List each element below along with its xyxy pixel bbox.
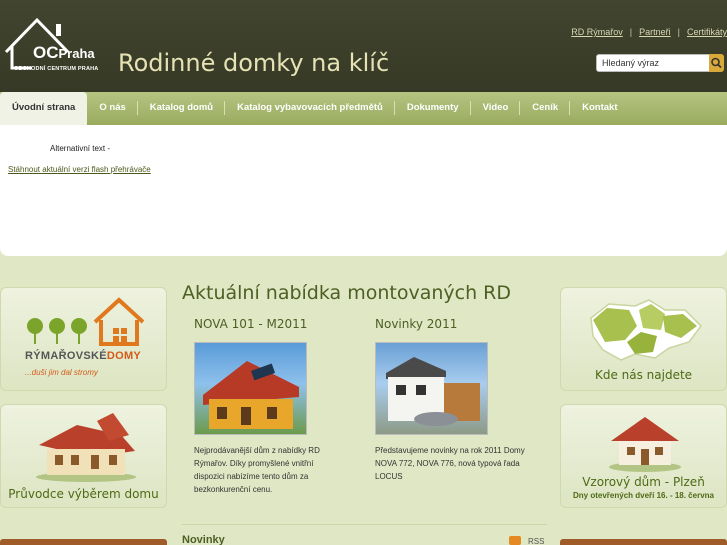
model-house-subtitle: Dny otevřených dveří 16. - 18. června xyxy=(573,491,714,500)
trees-house-icon xyxy=(27,297,145,346)
search-input[interactable] xyxy=(596,54,710,72)
model-house-illustration-icon xyxy=(609,417,681,472)
top-links: RD Rýmařov | Partneři | Certifikáty xyxy=(571,27,727,37)
page-title: Aktuální nabídka montovaných RD xyxy=(182,282,511,304)
brand-slogan: ...duši jim dal stromy xyxy=(25,368,98,377)
site-title: Rodinné domky na klíč xyxy=(118,49,390,77)
nav-item-contact[interactable]: Kontakt xyxy=(570,92,629,125)
link-rd-rymarov[interactable]: RD Rýmařov xyxy=(571,27,623,37)
flash-alt-text: Alternativní text - xyxy=(50,144,111,153)
map-caption: Kde nás najdete xyxy=(594,368,693,382)
house-photo-novinky[interactable] xyxy=(375,342,488,435)
guide-caption: Průvodce výběrem domu xyxy=(8,487,159,501)
main-nav: Úvodní strana O nás Katalog domů Katalog… xyxy=(0,92,727,125)
logo-city: Praha xyxy=(58,46,95,61)
flash-download-link[interactable]: Stáhnout aktuální verzi flash přehrávače xyxy=(8,165,151,174)
model-house-box[interactable]: Vzorový dům - Plzeň Dny otevřených dveří… xyxy=(560,404,727,508)
search-button[interactable] xyxy=(709,54,724,72)
news-heading: Novinky xyxy=(182,534,225,545)
nav-item-pricelist[interactable]: Ceník xyxy=(520,92,571,125)
right-bottom-bar xyxy=(560,539,727,545)
search-box xyxy=(596,54,727,72)
map-box[interactable]: Kde nás najdete xyxy=(560,287,727,391)
house-photo-nova101-image xyxy=(203,361,299,429)
brand-part1: RÝMAŘOVSKÉ xyxy=(25,350,107,362)
logo-subtitle: OBCHODNÍ CENTRUM PRAHA xyxy=(14,66,99,72)
rss-link[interactable]: RSS xyxy=(528,537,544,545)
search-icon xyxy=(711,57,722,69)
nav-item-video[interactable]: Video xyxy=(471,92,521,125)
offer-title-nova101[interactable]: NOVA 101 - M2011 xyxy=(194,317,307,331)
link-partneri[interactable]: Partneři xyxy=(639,27,671,37)
link-certifikaty[interactable]: Certifikáty xyxy=(687,27,727,37)
nav-item-documents[interactable]: Dokumenty xyxy=(395,92,471,125)
logo-text: OCPraha xyxy=(33,43,95,63)
brand-name: RÝMAŘOVSKÉDOMY xyxy=(25,350,141,362)
link-separator: | xyxy=(629,27,633,37)
model-house-caption: Vzorový dům - Plzeň xyxy=(582,475,705,489)
brand-part2: DOMY xyxy=(106,350,142,362)
nav-item-about[interactable]: O nás xyxy=(87,92,139,125)
section-divider xyxy=(182,524,547,525)
rss-icon[interactable] xyxy=(509,536,521,545)
logo-main: OC xyxy=(33,43,59,62)
link-separator: | xyxy=(677,27,680,37)
guide-box[interactable]: Průvodce výběrem domu xyxy=(0,404,167,508)
header: OCPraha OBCHODNÍ CENTRUM PRAHA Rodinné d… xyxy=(0,0,727,92)
czech-map-icon xyxy=(590,299,702,361)
offer-title-novinky[interactable]: Novinky 2011 xyxy=(375,317,457,331)
nav-item-equipment-catalog[interactable]: Katalog vybavovacích předmětů xyxy=(225,92,395,125)
nav-item-house-catalog[interactable]: Katalog domů xyxy=(138,92,226,125)
offer-text-novinky: Představujeme novinky na rok 2011 Domy N… xyxy=(375,446,525,481)
flash-banner: Alternativní text - Stáhnout aktuální ve… xyxy=(0,125,727,256)
house-photo-nova101[interactable] xyxy=(194,342,307,435)
brand-box-rymarovske-domy[interactable]: RÝMAŘOVSKÉDOMY ...duši jim dal stromy xyxy=(0,287,167,391)
left-bottom-bar xyxy=(0,539,167,545)
nav-item-home[interactable]: Úvodní strana xyxy=(0,92,88,125)
offer-text-nova101: Nejprodávanější dům z nabídky RD Rýmařov… xyxy=(194,446,320,494)
house-illustration-icon xyxy=(36,413,136,482)
house-photo-novinky-image xyxy=(386,357,480,426)
